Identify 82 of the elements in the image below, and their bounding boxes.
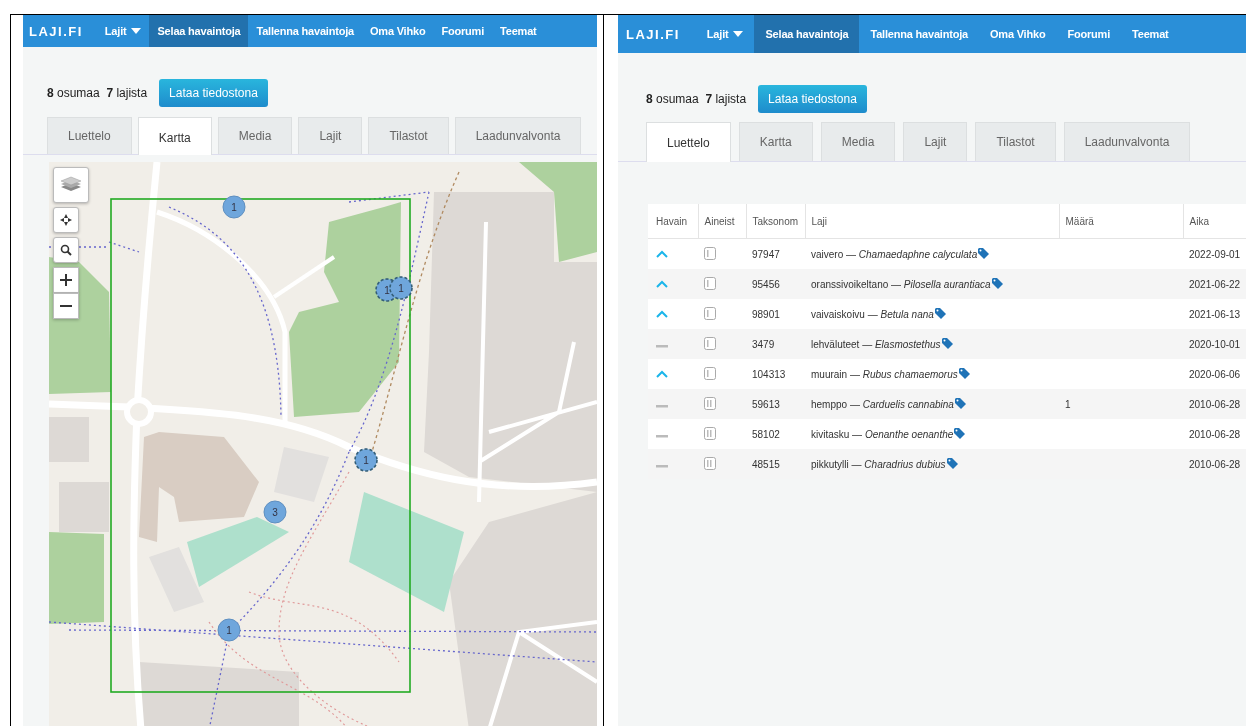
nav-link[interactable]: Selaa havaintoja	[149, 15, 249, 47]
table-cell: pikkutylli — Charadrius dubius	[811, 459, 946, 470]
crosshair-icon	[60, 214, 72, 226]
table-cell: 48515	[752, 458, 780, 470]
table-cell: 2020-10-01	[1189, 338, 1241, 350]
map-marker[interactable]: 1	[354, 448, 378, 472]
search-button[interactable]	[53, 237, 79, 263]
tag-icon	[991, 278, 1004, 289]
table-cell: 3479	[752, 338, 775, 350]
table-cell: muurain — Rubus chamaemorus	[811, 369, 958, 380]
map-marker[interactable]: 3	[263, 500, 287, 524]
table-cell: 2020-06-06	[1189, 368, 1241, 380]
table-cell: oranssivoikeltano — Pilosella aurantiaca	[811, 279, 991, 290]
download-button[interactable]: Lataa tiedostona	[159, 79, 268, 107]
site-logo[interactable]: LAJI.FI	[618, 15, 696, 53]
tag-icon	[934, 308, 947, 319]
column-header[interactable]: Aika	[1183, 204, 1246, 239]
table-cell: 58102	[752, 428, 780, 440]
tag-icon	[941, 338, 954, 349]
tag-icon	[978, 248, 991, 259]
tab[interactable]: Lajit	[298, 117, 363, 154]
nav-link[interactable]: Tallenna havaintoja	[859, 15, 979, 53]
column-header[interactable]: Taksonom	[746, 204, 805, 239]
nav-link[interactable]: Oma Vihko	[978, 15, 1057, 53]
nav-link[interactable]: Teemat	[492, 15, 545, 47]
column-header[interactable]: Laji	[805, 204, 1059, 239]
table-cell: 104313	[752, 368, 786, 380]
tab[interactable]: Luettelo	[646, 122, 731, 162]
tag-icon	[946, 458, 959, 469]
result-summary: 8 osumaa 7 lajista	[646, 92, 747, 106]
table-cell: 2022-09-01	[1189, 248, 1241, 260]
table-cell: kivitasku — Oenanthe oenanthe	[811, 429, 954, 440]
tab[interactable]: Media	[820, 122, 896, 161]
tag-icon	[954, 428, 967, 439]
map-marker[interactable]: 1	[389, 276, 413, 300]
download-button[interactable]: Lataa tiedostona	[758, 85, 867, 113]
map-marker[interactable]: 1	[222, 195, 246, 219]
table-cell: 2021-06-13	[1189, 308, 1241, 320]
tab[interactable]: Laadunvalvonta	[1063, 122, 1191, 161]
site-logo[interactable]: LAJI.FI	[23, 15, 97, 47]
column-header[interactable]: Aineist	[698, 204, 746, 239]
zoom-out-button[interactable]	[53, 293, 79, 319]
column-header[interactable]: Havain	[648, 204, 698, 239]
nav-link[interactable]: Lajit	[96, 15, 150, 47]
tab[interactable]: Laadunvalvonta	[454, 117, 582, 154]
nav-link[interactable]: Selaa havaintoja	[754, 15, 860, 53]
tab[interactable]: Tilastot	[975, 122, 1056, 161]
tag-icon	[958, 368, 971, 379]
nav-link[interactable]: Foorumi	[1056, 15, 1122, 53]
result-summary: 8 osumaa 7 lajista	[47, 86, 148, 100]
nav-link[interactable]: Foorumi	[433, 15, 493, 47]
tab[interactable]: Kartta	[738, 122, 813, 161]
table-cell: vaivaiskoivu — Betula nana	[811, 309, 934, 320]
nav-link[interactable]: Tallenna havaintoja	[248, 15, 362, 47]
table-cell: 1	[1065, 398, 1071, 410]
locate-button[interactable]	[53, 207, 79, 233]
table-cell: 2010-06-28	[1189, 398, 1241, 410]
table-cell: 2010-06-28	[1189, 458, 1241, 470]
map-marker[interactable]: 1	[217, 618, 241, 642]
table-cell: 59613	[752, 398, 780, 410]
table-cell: 2010-06-28	[1189, 428, 1241, 440]
tab[interactable]: Kartta	[137, 117, 212, 155]
tag-icon	[954, 398, 967, 409]
table-cell: 95456	[752, 278, 780, 290]
zoom-in-button[interactable]	[53, 267, 79, 293]
nav-link[interactable]: Teemat	[1121, 15, 1180, 53]
tab[interactable]: Tilastot	[368, 117, 449, 154]
column-header[interactable]: Määrä	[1059, 204, 1183, 239]
tab[interactable]: Lajit	[903, 122, 968, 161]
nav-link[interactable]: Lajit	[695, 15, 755, 53]
table-cell: 97947	[752, 248, 780, 260]
table-cell: vaivero — Chamaedaphne calyculata	[811, 249, 978, 260]
map[interactable]: 1 1 1 1 3 1	[49, 162, 597, 726]
table-cell: lehväluteet — Elasmostethus	[811, 339, 941, 350]
table-cell: hemppo — Carduelis cannabina	[811, 399, 954, 410]
search-icon	[60, 244, 72, 256]
table-cell: 2021-06-22	[1189, 278, 1241, 290]
plus-icon	[60, 274, 72, 286]
nav-link[interactable]: Oma Vihko	[361, 15, 434, 47]
tab[interactable]: Luettelo	[47, 117, 132, 154]
table-cell: 98901	[752, 308, 780, 320]
tab[interactable]: Media	[217, 117, 293, 154]
